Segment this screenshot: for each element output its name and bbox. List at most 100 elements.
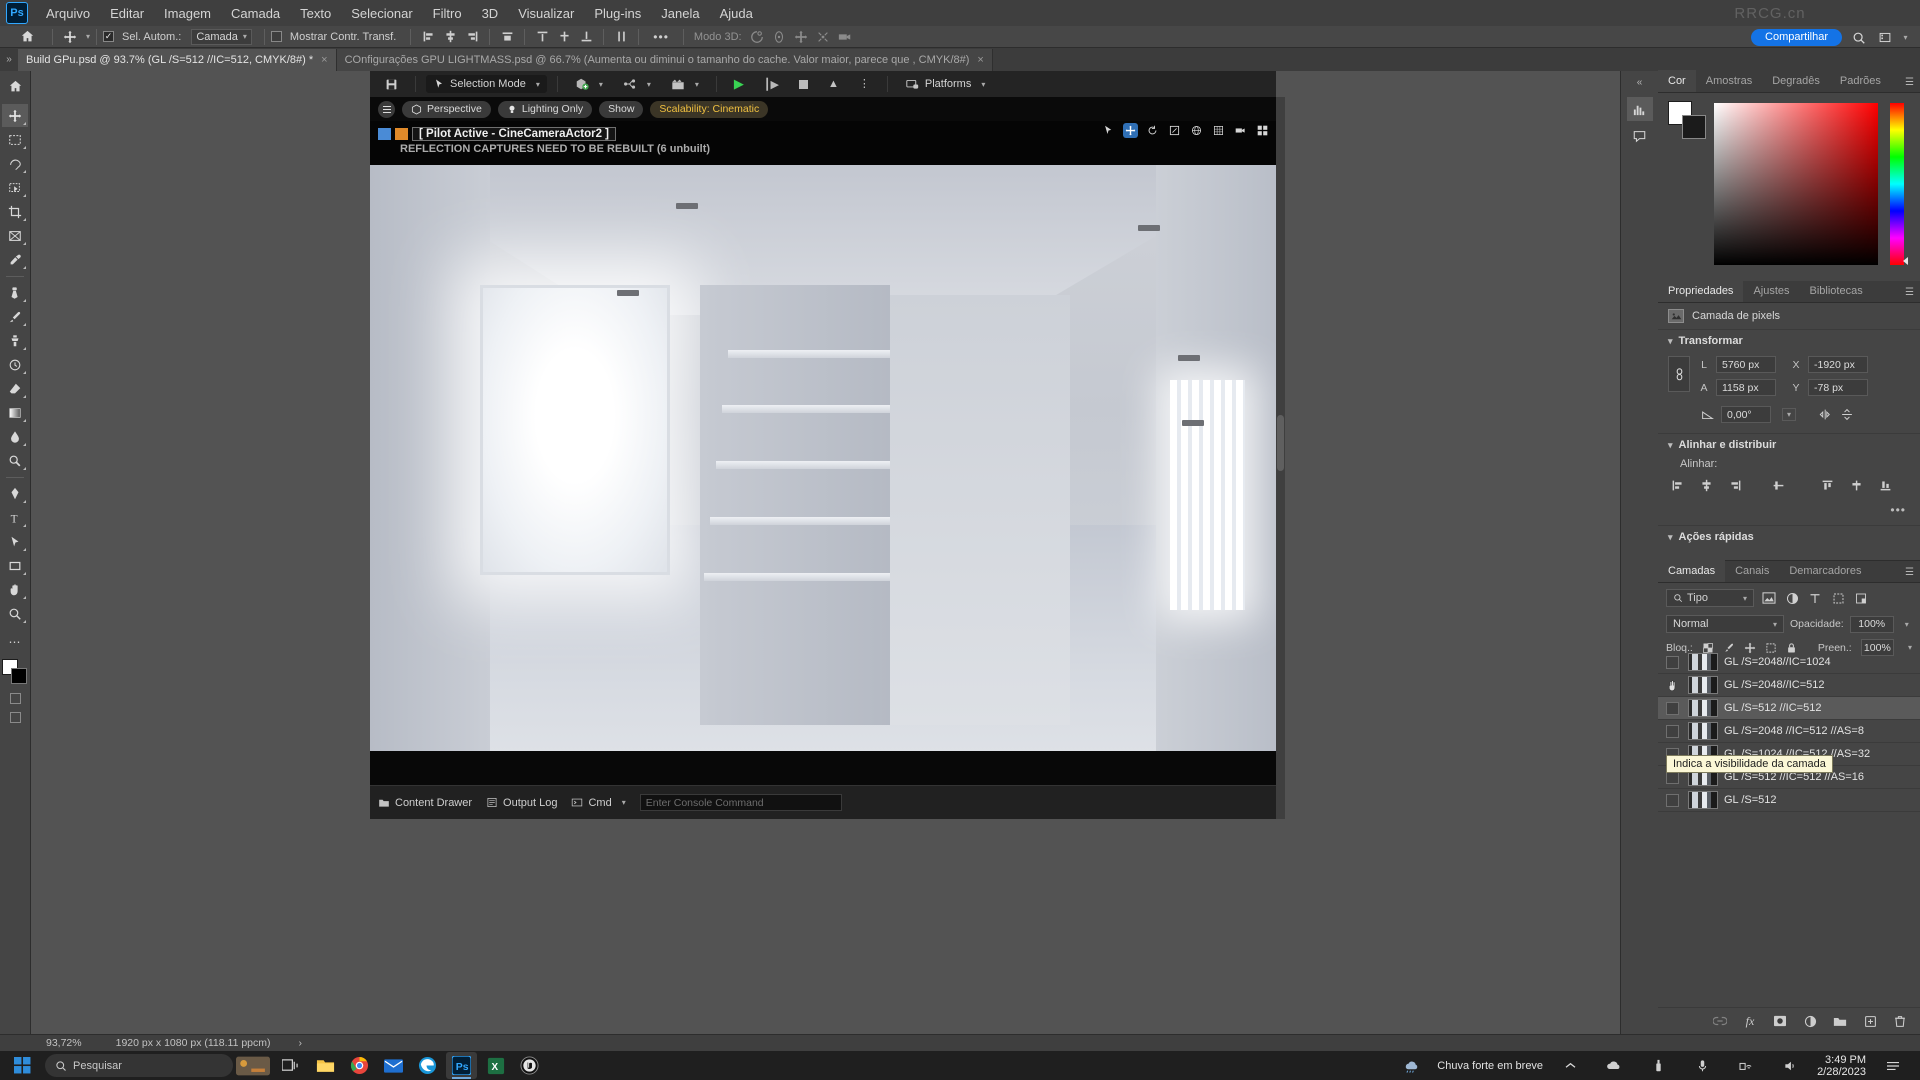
cinematics-button[interactable]: ▾ [664, 75, 706, 93]
tool-frame-tool[interactable] [2, 224, 28, 247]
align-horizontal-centers-icon[interactable] [439, 28, 461, 46]
y-input[interactable]: -78 px [1808, 379, 1868, 396]
play-button[interactable]: ▶ [727, 75, 751, 93]
photoshop-icon[interactable]: Ps [446, 1052, 477, 1079]
select-cursor-icon[interactable] [1101, 123, 1116, 138]
align-left-edges-icon[interactable] [417, 28, 439, 46]
mail-icon[interactable] [378, 1052, 409, 1079]
viewport-menu-icon[interactable] [378, 100, 395, 118]
opacity-input[interactable]: 100% [1849, 615, 1894, 633]
quick-actions-section-header[interactable]: ▾ Ações rápidas [1658, 525, 1920, 548]
menu-visualizar[interactable]: Visualizar [508, 2, 584, 25]
tool-clone-stamp-tool[interactable] [2, 329, 28, 352]
viewport-layout-icon[interactable] [1255, 123, 1270, 138]
menu-janela[interactable]: Janela [651, 2, 709, 25]
zoom-level[interactable]: 93,72% [46, 1037, 82, 1049]
file-explorer-icon[interactable] [310, 1052, 341, 1079]
blend-mode-dropdown[interactable]: Normal ▾ [1666, 615, 1784, 633]
output-log-button[interactable]: Output Log [486, 797, 557, 809]
eject-button[interactable]: ▲ [821, 75, 846, 93]
usb-icon[interactable] [1641, 1051, 1675, 1080]
layer-visibility-toggle[interactable] [1662, 701, 1682, 715]
table-row[interactable]: GL /S=2048//IC=512 [1658, 674, 1920, 697]
shape-filter-icon[interactable] [1830, 590, 1846, 606]
share-button[interactable]: Compartilhar [1751, 29, 1842, 46]
tab-bibliotecas[interactable]: Bibliotecas [1800, 280, 1873, 302]
tool-hand-tool[interactable] [2, 578, 28, 601]
new-layer-icon[interactable] [1862, 1013, 1878, 1029]
camera-speed-icon[interactable] [1233, 123, 1248, 138]
translate-gizmo-icon[interactable] [1123, 123, 1138, 138]
workspace-switcher-icon[interactable] [1876, 29, 1894, 46]
distribute-vertical-centers-icon[interactable] [553, 28, 575, 46]
menu-editar[interactable]: Editar [100, 2, 154, 25]
link-aspect-ratio-button[interactable] [1668, 356, 1690, 392]
show-button[interactable]: Show [599, 100, 644, 118]
excel-icon[interactable]: X [480, 1052, 511, 1079]
content-drawer-button[interactable]: Content Drawer [378, 797, 472, 809]
perspective-button[interactable]: Perspective [402, 100, 491, 118]
histogram-icon[interactable] [1626, 97, 1653, 121]
notification-icon[interactable] [1876, 1051, 1910, 1080]
tab-padroes[interactable]: Padrões [1830, 70, 1891, 92]
align-right-edges-icon[interactable] [461, 28, 483, 46]
tool-dodge-tool[interactable] [2, 449, 28, 472]
add-actor-button[interactable]: ▾ [568, 75, 610, 93]
tab-demarcadores[interactable]: Demarcadores [1779, 560, 1871, 582]
weather-widget-icon[interactable] [236, 1051, 270, 1080]
comments-icon[interactable] [1627, 124, 1653, 148]
rotate-gizmo-icon[interactable] [1145, 123, 1160, 138]
tab-amostras[interactable]: Amostras [1696, 70, 1762, 92]
tool-type-tool[interactable]: T [2, 506, 28, 529]
scalability-button[interactable]: Scalability: Cinematic [650, 100, 769, 118]
expand-panels-icon[interactable]: « [1621, 75, 1658, 94]
workspace-caret-icon[interactable]: ▾ [1894, 29, 1912, 46]
layer-list[interactable]: GL /S=2048//IC=1024 GL /S=2048//IC=512 G… [1658, 651, 1920, 1006]
align-top-edges-icon[interactable] [496, 28, 518, 46]
edge-icon[interactable] [412, 1052, 443, 1079]
home-icon[interactable] [16, 28, 38, 46]
angle-input[interactable]: 0,00° [1721, 406, 1771, 423]
collapse-panels-icon[interactable]: » [0, 48, 18, 71]
tool-path-selection-tool[interactable] [2, 530, 28, 553]
angle-dropdown-icon[interactable]: ▾ [1782, 408, 1797, 421]
menu-plugins[interactable]: Plug-ins [584, 2, 651, 25]
x-input[interactable]: -1920 px [1808, 356, 1868, 373]
save-icon[interactable] [378, 75, 405, 93]
tool-move-tool[interactable] [2, 104, 28, 127]
image-filter-icon[interactable] [1761, 590, 1777, 606]
unreal-icon[interactable] [514, 1052, 545, 1079]
blueprint-button[interactable]: ▾ [616, 75, 658, 93]
color-panel-swatches[interactable] [1668, 101, 1706, 139]
quick-mask-toggle[interactable] [9, 693, 21, 704]
menu-3d[interactable]: 3D [472, 2, 509, 25]
align-right-icon[interactable] [1728, 478, 1743, 493]
lighting-only-button[interactable]: Lighting Only [497, 100, 593, 118]
tool-zoom-tool[interactable] [2, 602, 28, 625]
layer-mask-icon[interactable] [1772, 1013, 1788, 1029]
smartobject-filter-icon[interactable] [1853, 590, 1869, 606]
menu-selecionar[interactable]: Selecionar [341, 2, 422, 25]
tab-degrades[interactable]: Degradês [1762, 70, 1830, 92]
menu-ajuda[interactable]: Ajuda [710, 2, 763, 25]
windows-start-icon[interactable] [2, 1051, 42, 1080]
console-command-input[interactable]: Enter Console Command [639, 794, 842, 811]
table-row[interactable]: GL /S=2048//IC=1024 [1658, 651, 1920, 674]
onedrive-icon[interactable] [1597, 1051, 1631, 1080]
table-row[interactable]: GL /S=512 [1658, 789, 1920, 812]
tool-gradient-tool[interactable] [2, 401, 28, 424]
tab-propriedades[interactable]: Propriedades [1658, 280, 1744, 302]
auto-select-checkbox[interactable]: ✓ [103, 31, 115, 42]
align-bottom-icon[interactable] [1878, 478, 1893, 493]
align-center-vertical-icon[interactable] [1771, 478, 1786, 493]
opacity-dropdown-icon[interactable]: ▾ [1905, 620, 1909, 629]
tool-marquee-tool[interactable] [2, 128, 28, 151]
menu-imagem[interactable]: Imagem [154, 2, 221, 25]
tool-crop-tool[interactable] [2, 200, 28, 223]
more-options-button[interactable]: ••• [645, 30, 677, 44]
canvas-vertical-scrollbar[interactable] [1276, 97, 1285, 819]
move-tool-icon[interactable] [59, 28, 81, 46]
transform-section-header[interactable]: ▾ Transformar [1658, 329, 1920, 352]
weather-text[interactable]: Chuva forte em breve [1437, 1060, 1543, 1072]
document-tab-1[interactable]: Build GPu.psd @ 93.7% (GL /S=512 //IC=51… [18, 49, 337, 71]
